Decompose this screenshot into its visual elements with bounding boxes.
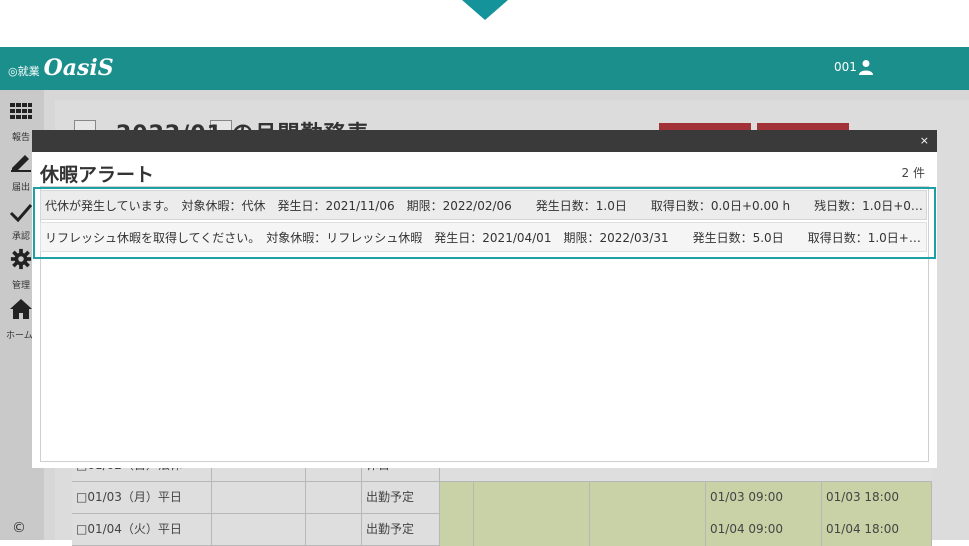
modal-title: 休暇アラート bbox=[40, 164, 155, 186]
app-header: ◎就業 OasiS 001 bbox=[0, 47, 969, 90]
cell bbox=[440, 514, 474, 546]
date-cell: □01/03（月）平日 bbox=[72, 482, 212, 514]
modal-title-bar: × bbox=[32, 130, 937, 152]
cell bbox=[212, 482, 306, 514]
cell bbox=[590, 514, 706, 546]
cell bbox=[212, 514, 306, 546]
cell bbox=[440, 482, 474, 514]
check-icon bbox=[9, 204, 33, 223]
cell bbox=[306, 514, 362, 546]
sidebar-item-label: 届出 bbox=[12, 183, 31, 193]
table-row[interactable]: □01/04（火）平日 出勤予定 01/04 09:00 01/04 18:00 bbox=[72, 514, 932, 546]
brand-name: OasiS bbox=[43, 55, 114, 81]
end-time-cell: 01/03 18:00 bbox=[822, 482, 932, 514]
alert-count: 2 件 bbox=[901, 166, 925, 180]
status-cell: 出勤予定 bbox=[362, 482, 440, 514]
alert-item[interactable]: リフレッシュ休暇を取得してください。 対象休暇：リフレッシュ休暇 発生日：202… bbox=[40, 222, 927, 252]
cell bbox=[306, 482, 362, 514]
gear-icon bbox=[10, 248, 32, 270]
status-cell: 出勤予定 bbox=[362, 514, 440, 546]
start-time-cell: 01/04 09:00 bbox=[706, 514, 822, 546]
end-time-cell: 01/04 18:00 bbox=[822, 514, 932, 546]
user-code[interactable]: 001 bbox=[834, 60, 857, 74]
cell bbox=[590, 482, 706, 514]
sidebar-item-label: 管理 bbox=[12, 281, 31, 291]
alert-item[interactable]: 代休が発生しています。 対象休暇：代休 発生日：2021/11/06 期限：20… bbox=[40, 190, 927, 220]
home-icon bbox=[10, 299, 32, 319]
brand-prefix: ◎就業 bbox=[8, 65, 40, 78]
user-icon[interactable] bbox=[858, 59, 874, 75]
brand-logo[interactable]: ◎就業 OasiS bbox=[8, 55, 114, 81]
leave-alert-modal: × 休暇アラート 2 件 代休が発生しています。 対象休暇：代休 発生日：202… bbox=[32, 130, 937, 468]
table-row[interactable]: □01/03（月）平日 出勤予定 01/03 09:00 01/03 18:00 bbox=[72, 482, 932, 514]
sidebar-item-label: 報告 bbox=[12, 133, 31, 143]
grid-icon bbox=[10, 103, 32, 119]
close-icon[interactable]: × bbox=[920, 134, 929, 148]
copyright-icon: © bbox=[12, 520, 26, 536]
sidebar-item-label: 承認 bbox=[12, 232, 31, 242]
sidebar-item-label: ホーム bbox=[6, 331, 33, 341]
cell bbox=[474, 514, 590, 546]
cell bbox=[474, 482, 590, 514]
start-time-cell: 01/03 09:00 bbox=[706, 482, 822, 514]
date-cell: □01/04（火）平日 bbox=[72, 514, 212, 546]
down-arrow-indicator bbox=[462, 0, 508, 20]
pencil-icon bbox=[11, 155, 31, 172]
